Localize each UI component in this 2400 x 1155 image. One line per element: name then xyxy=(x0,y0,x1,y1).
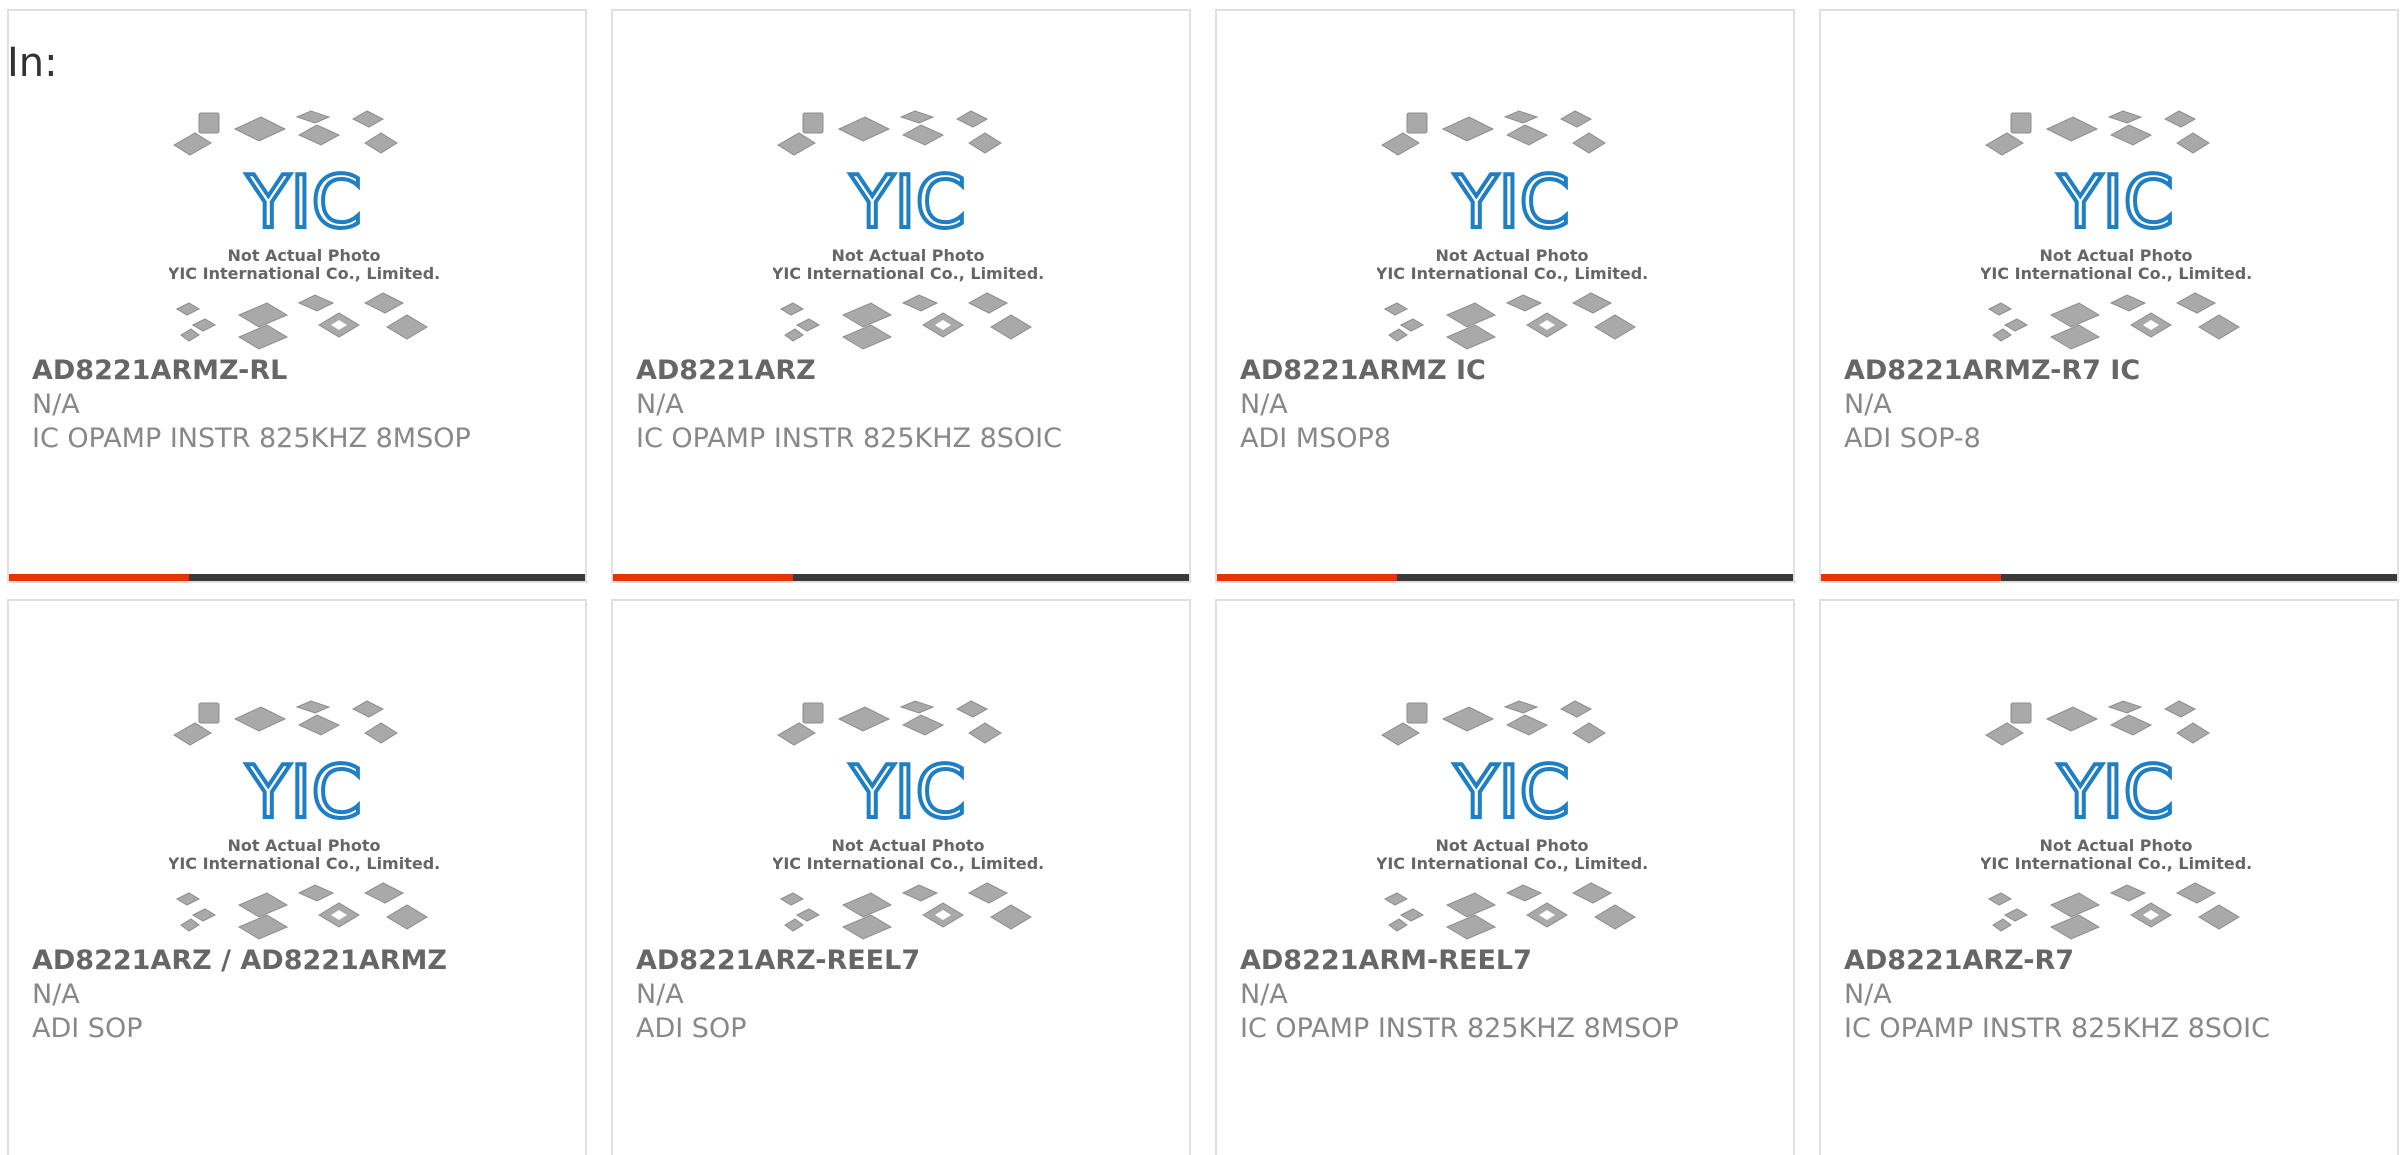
card-accent-bar xyxy=(9,574,585,581)
product-description: IC OPAMP INSTR 825KHZ 8SOIC xyxy=(636,423,1062,454)
product-card[interactable]: YIC Not Actual Photo YIC International C… xyxy=(1215,9,1795,583)
product-stock: N/A xyxy=(636,389,684,420)
yic-logo: YIC xyxy=(1453,750,1570,834)
product-stock: N/A xyxy=(1844,979,1892,1010)
product-description: IC OPAMP INSTR 825KHZ 8SOIC xyxy=(1844,1013,2270,1044)
product-stock: N/A xyxy=(1240,389,1288,420)
product-stock: N/A xyxy=(636,979,684,1010)
yic-logo: YIC xyxy=(245,750,362,834)
product-placeholder-image: YIC Not Actual Photo YIC International C… xyxy=(773,693,1043,943)
card-accent-highlight xyxy=(9,574,189,581)
product-part-number[interactable]: AD8221ARMZ-R7 IC xyxy=(1844,354,2140,388)
yic-logo: YIC xyxy=(2057,750,2174,834)
placeholder-caption-line1: Not Actual Photo xyxy=(227,836,380,855)
yic-logo: YIC xyxy=(245,160,362,244)
product-placeholder-image: YIC Not Actual Photo YIC International C… xyxy=(1981,693,2251,943)
product-description: ADI MSOP8 xyxy=(1240,423,1391,454)
product-card[interactable]: YIC Not Actual Photo YIC International C… xyxy=(611,9,1191,583)
product-card[interactable]: YIC Not Actual Photo YIC International C… xyxy=(1215,599,1795,1155)
product-card[interactable]: YIC Not Actual Photo YIC International C… xyxy=(1819,599,2399,1155)
product-part-number[interactable]: AD8221ARZ / AD8221ARMZ xyxy=(32,944,447,978)
product-card[interactable]: YIC Not Actual Photo YIC International C… xyxy=(1819,9,2399,583)
placeholder-caption-line2: YIC International Co., Limited. xyxy=(169,264,439,283)
placeholder-caption-line1: Not Actual Photo xyxy=(227,246,380,265)
product-card[interactable]: YIC Not Actual Photo YIC International C… xyxy=(611,599,1191,1155)
placeholder-caption-line2: YIC International Co., Limited. xyxy=(773,264,1043,283)
product-part-number[interactable]: AD8221ARMZ IC xyxy=(1240,354,1486,388)
placeholder-caption-line1: Not Actual Photo xyxy=(1435,836,1588,855)
yic-logo: YIC xyxy=(849,750,966,834)
product-placeholder-image: YIC Not Actual Photo YIC International C… xyxy=(169,693,439,943)
placeholder-caption-line1: Not Actual Photo xyxy=(2039,246,2192,265)
yic-logo: YIC xyxy=(2057,160,2174,244)
product-stock: N/A xyxy=(1240,979,1288,1010)
product-part-number[interactable]: AD8221ARMZ-RL xyxy=(32,354,287,388)
placeholder-caption-line2: YIC International Co., Limited. xyxy=(1981,854,2251,873)
placeholder-caption-line2: YIC International Co., Limited. xyxy=(1377,264,1647,283)
product-placeholder-image: YIC Not Actual Photo YIC International C… xyxy=(169,103,439,353)
card-accent-highlight xyxy=(613,574,793,581)
placeholder-caption-line2: YIC International Co., Limited. xyxy=(169,854,439,873)
product-card[interactable]: YIC Not Actual Photo YIC International C… xyxy=(7,9,587,583)
product-stock: N/A xyxy=(32,979,80,1010)
section-heading: In: xyxy=(7,40,58,86)
product-placeholder-image: YIC Not Actual Photo YIC International C… xyxy=(1981,103,2251,353)
product-description: ADI SOP xyxy=(32,1013,143,1044)
card-accent-bar xyxy=(1217,574,1793,581)
yic-logo: YIC xyxy=(849,160,966,244)
product-description: IC OPAMP INSTR 825KHZ 8MSOP xyxy=(32,423,471,454)
product-part-number[interactable]: AD8221ARZ xyxy=(636,354,816,388)
placeholder-caption-line2: YIC International Co., Limited. xyxy=(1981,264,2251,283)
product-description: ADI SOP-8 xyxy=(1844,423,1981,454)
product-part-number[interactable]: AD8221ARZ-R7 xyxy=(1844,944,2074,978)
product-grid-page: In: YIC Not Actual Photo YIC Internation… xyxy=(0,0,2400,1155)
product-stock: N/A xyxy=(32,389,80,420)
product-description: ADI SOP xyxy=(636,1013,747,1044)
card-accent-bar xyxy=(613,574,1189,581)
placeholder-caption-line1: Not Actual Photo xyxy=(831,246,984,265)
product-placeholder-image: YIC Not Actual Photo YIC International C… xyxy=(773,103,1043,353)
placeholder-caption-line1: Not Actual Photo xyxy=(2039,836,2192,855)
placeholder-caption-line2: YIC International Co., Limited. xyxy=(1377,854,1647,873)
card-accent-highlight xyxy=(1821,574,2001,581)
product-description: IC OPAMP INSTR 825KHZ 8MSOP xyxy=(1240,1013,1679,1044)
placeholder-caption-line1: Not Actual Photo xyxy=(831,836,984,855)
product-card[interactable]: YIC Not Actual Photo YIC International C… xyxy=(7,599,587,1155)
placeholder-caption-line2: YIC International Co., Limited. xyxy=(773,854,1043,873)
placeholder-caption-line1: Not Actual Photo xyxy=(1435,246,1588,265)
product-part-number[interactable]: AD8221ARZ-REEL7 xyxy=(636,944,920,978)
product-placeholder-image: YIC Not Actual Photo YIC International C… xyxy=(1377,103,1647,353)
product-stock: N/A xyxy=(1844,389,1892,420)
product-part-number[interactable]: AD8221ARM-REEL7 xyxy=(1240,944,1532,978)
card-accent-bar xyxy=(1821,574,2397,581)
yic-logo: YIC xyxy=(1453,160,1570,244)
product-placeholder-image: YIC Not Actual Photo YIC International C… xyxy=(1377,693,1647,943)
card-accent-highlight xyxy=(1217,574,1397,581)
